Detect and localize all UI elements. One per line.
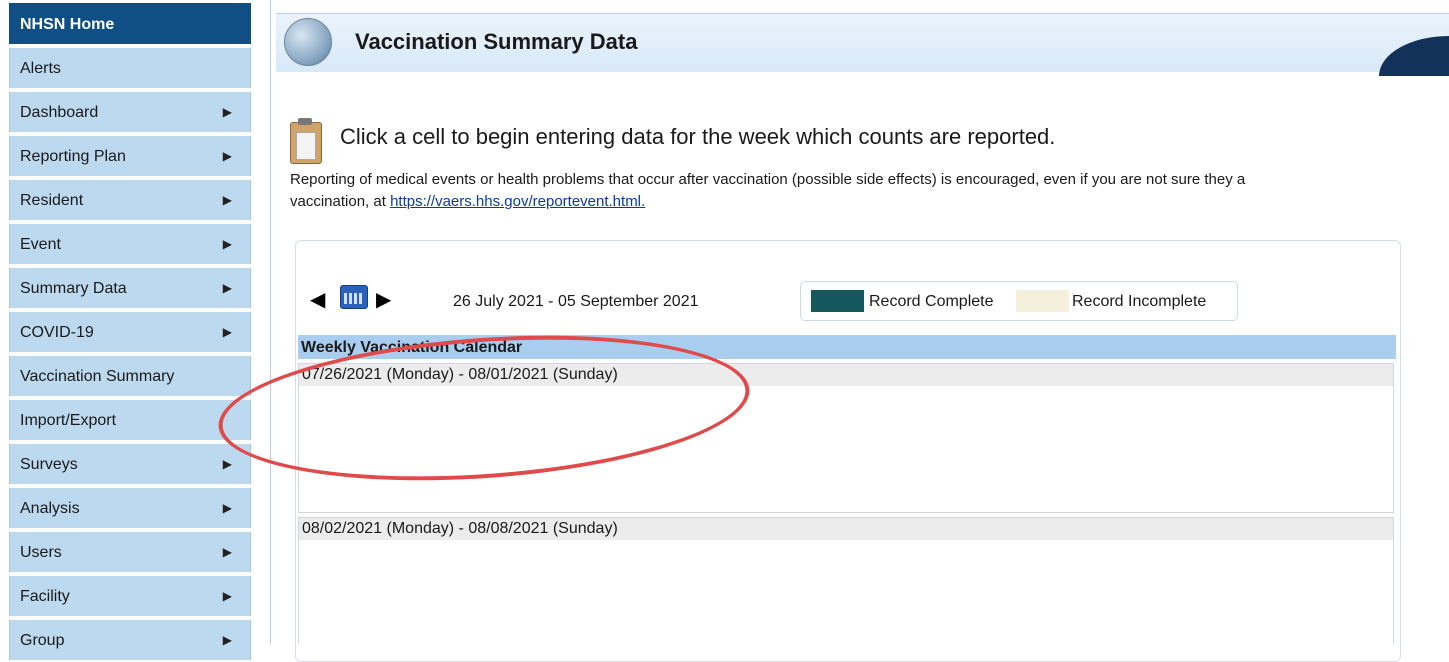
sidebar-item-group[interactable]: Group ▶ [9, 619, 251, 660]
sidebar-item-resident[interactable]: Resident ▶ [9, 179, 251, 220]
vaers-notice-prefix: vaccination, at [290, 193, 391, 210]
date-range: 26 July 2021 - 05 September 2021 [453, 293, 699, 310]
vaers-notice-line1: Reporting of medical events or health pr… [290, 171, 1246, 188]
sidebar-item-label: Reporting Plan [20, 148, 126, 165]
legend-swatch-complete [811, 290, 864, 312]
triangle-right-icon: ▶ [222, 281, 232, 295]
sidebar-item-users[interactable]: Users ▶ [9, 531, 251, 572]
triangle-right-icon: ▶ [222, 325, 232, 339]
legend: Record Complete Record Incomplete [800, 281, 1238, 321]
sidebar-item-label: Surveys [20, 456, 78, 473]
sidebar: NHSN Home Alerts Dashboard ▶ Reporting Pl… [0, 0, 262, 660]
triangle-left-icon[interactable]: ◀ [310, 287, 325, 312]
triangle-right-icon: ▶ [222, 149, 232, 163]
sidebar-item-reporting-plan[interactable]: Reporting Plan ▶ [9, 135, 251, 176]
sidebar-item-vaccination-summary[interactable]: Vaccination Summary [9, 355, 251, 396]
sidebar-item-label: Vaccination Summary [20, 368, 175, 385]
sidebar-item-nhsn-home[interactable]: NHSN Home [9, 3, 251, 44]
swoosh-decoration [1379, 36, 1449, 76]
instruction-text: Click a cell to begin entering data for … [340, 124, 1056, 149]
page-header: Vaccination Summary Data [276, 13, 1449, 76]
calendar-icon[interactable] [340, 285, 368, 309]
sidebar-item-label: Facility [20, 588, 70, 605]
sidebar-item-label: Group [20, 632, 65, 649]
triangle-right-icon: ▶ [222, 237, 232, 251]
triangle-right-icon: ▶ [222, 633, 232, 647]
week-label: 08/02/2021 (Monday) - 08/08/2021 (Sunday… [299, 518, 1393, 540]
sidebar-item-summary-data[interactable]: Summary Data ▶ [9, 267, 251, 308]
sidebar-item-label: NHSN Home [20, 16, 115, 33]
sidebar-item-label: COVID-19 [20, 324, 94, 341]
triangle-right-icon[interactable]: ▶ [376, 287, 391, 312]
sidebar-item-import-export[interactable]: Import/Export [9, 399, 251, 440]
sidebar-item-covid-19[interactable]: COVID-19 ▶ [9, 311, 251, 352]
sidebar-item-label: Summary Data [20, 280, 127, 297]
sidebar-item-surveys[interactable]: Surveys ▶ [9, 443, 251, 484]
sidebar-item-label: Users [20, 544, 62, 561]
triangle-right-icon: ▶ [222, 193, 232, 207]
sidebar-item-dashboard[interactable]: Dashboard ▶ [9, 91, 251, 132]
triangle-right-icon: ▶ [222, 589, 232, 603]
sidebar-item-analysis[interactable]: Analysis ▶ [9, 487, 251, 528]
page-title: Vaccination Summary Data [355, 29, 638, 54]
sidebar-item-label: Event [20, 236, 61, 253]
triangle-right-icon: ▶ [222, 105, 232, 119]
clipboard-icon [290, 122, 322, 164]
sidebar-item-label: Resident [20, 192, 84, 209]
sidebar-item-label: Analysis [20, 500, 80, 517]
sidebar-item-alerts[interactable]: Alerts [9, 47, 251, 88]
triangle-right-icon: ▶ [222, 545, 232, 559]
week-cell[interactable]: 08/02/2021 (Monday) - 08/08/2021 (Sunday… [298, 517, 1394, 644]
sidebar-item-facility[interactable]: Facility ▶ [9, 575, 251, 616]
triangle-right-icon: ▶ [222, 457, 232, 471]
clipboard-clip [298, 118, 312, 125]
sidebar-item-event[interactable]: Event ▶ [9, 223, 251, 264]
legend-label-incomplete: Record Incomplete [1072, 293, 1207, 310]
vaccination-logo-icon [284, 18, 332, 66]
sidebar-item-label: Alerts [20, 60, 61, 77]
sidebar-item-label: Dashboard [20, 104, 99, 121]
legend-label-complete: Record Complete [869, 293, 994, 310]
triangle-right-icon: ▶ [222, 501, 232, 515]
sidebar-item-label: Import/Export [20, 412, 117, 429]
vaers-notice-line2: vaccination, at https://vaers.hhs.gov/re… [290, 193, 645, 210]
vaers-link[interactable]: https://vaers.hhs.gov/reportevent.html. [390, 193, 645, 210]
legend-swatch-incomplete [1016, 290, 1069, 312]
